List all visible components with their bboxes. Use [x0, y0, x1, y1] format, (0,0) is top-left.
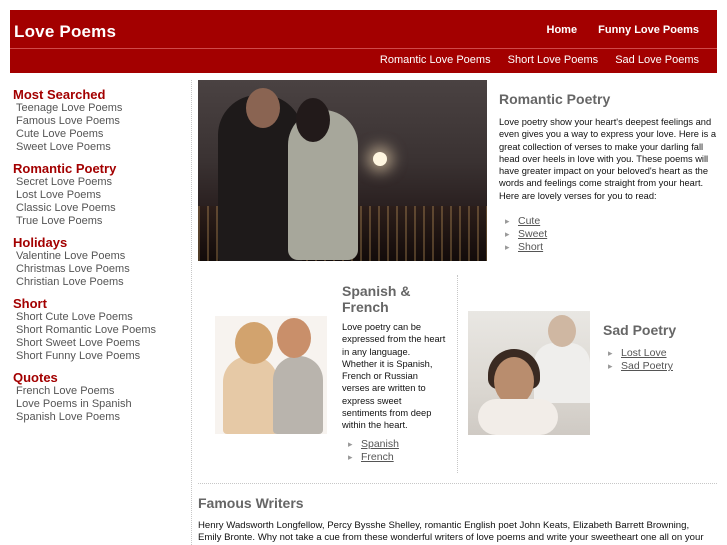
- header-divider: [10, 48, 717, 49]
- link-sweet[interactable]: Sweet: [500, 228, 547, 241]
- sidebar-link[interactable]: French Love Poems: [13, 385, 183, 398]
- spanish-french-text: Love poetry can be expressed from the he…: [342, 322, 446, 431]
- nav-romantic-love-poems[interactable]: Romantic Love Poems: [380, 54, 491, 66]
- spanish-french-title[interactable]: Spanish & French: [342, 283, 442, 315]
- link-sad-poetry[interactable]: Sad Poetry: [603, 360, 673, 373]
- link-french[interactable]: French: [343, 451, 399, 464]
- sub-nav: Romantic Love Poems Short Love Poems Sad…: [366, 54, 699, 66]
- sidebar-link[interactable]: Teenage Love Poems: [13, 102, 183, 115]
- sidebar-heading-most-searched: Most Searched: [13, 87, 106, 102]
- sidebar-link[interactable]: Short Cute Love Poems: [13, 311, 183, 324]
- sad-poetry-title[interactable]: Sad Poetry: [603, 322, 676, 338]
- sidebar-link[interactable]: Sweet Love Poems: [13, 141, 183, 154]
- sidebar-heading-quotes: Quotes: [13, 370, 58, 385]
- man-head: [277, 318, 311, 358]
- sidebar-link[interactable]: Cute Love Poems: [13, 128, 183, 141]
- sidebar-link[interactable]: Love Poems in Spanish: [13, 398, 183, 411]
- sidebar-heading-short: Short: [13, 296, 47, 311]
- sidebar: Most Searched Teenage Love Poems Famous …: [13, 87, 183, 424]
- nav-home[interactable]: Home: [547, 24, 578, 36]
- sad-links: Lost Love Sad Poetry: [603, 347, 673, 373]
- sidebar-link[interactable]: Christian Love Poems: [13, 276, 183, 289]
- sidebar-link[interactable]: Christmas Love Poems: [13, 263, 183, 276]
- nav-sad-love-poems[interactable]: Sad Love Poems: [615, 54, 699, 66]
- site-header: Love Poems Home Funny Love Poems Romanti…: [10, 10, 717, 73]
- hugging-couple-image: [215, 316, 327, 434]
- spanish-french-links: Spanish French: [343, 438, 399, 464]
- famous-writers-text: Henry Wadsworth Longfellow, Percy Bysshe…: [198, 520, 704, 545]
- sidebar-link[interactable]: Classic Love Poems: [13, 202, 183, 215]
- section-divider: [198, 483, 717, 484]
- sidebar-link[interactable]: Lost Love Poems: [13, 189, 183, 202]
- sidebar-link[interactable]: Short Funny Love Poems: [13, 350, 183, 363]
- link-spanish[interactable]: Spanish: [343, 438, 399, 451]
- sidebar-link[interactable]: Famous Love Poems: [13, 115, 183, 128]
- sidebar-link[interactable]: Secret Love Poems: [13, 176, 183, 189]
- link-lost-love[interactable]: Lost Love: [603, 347, 673, 360]
- moon: [373, 152, 387, 166]
- sidebar-link[interactable]: Valentine Love Poems: [13, 250, 183, 263]
- romantic-couple-image: [198, 80, 487, 261]
- woman-head: [494, 357, 534, 405]
- romantic-poetry-text: Love poetry show your heart's deepest fe…: [499, 117, 717, 201]
- romantic-links: Cute Sweet Short: [500, 215, 547, 254]
- sidebar-link[interactable]: Short Romantic Love Poems: [13, 324, 183, 337]
- sad-woman-image: [468, 311, 590, 435]
- woman-head: [296, 98, 330, 142]
- man-figure: [273, 356, 323, 434]
- sidebar-link[interactable]: Short Sweet Love Poems: [13, 337, 183, 350]
- sidebar-heading-holidays: Holidays: [13, 235, 68, 250]
- sidebar-link[interactable]: Spanish Love Poems: [13, 411, 183, 424]
- romantic-poetry-title[interactable]: Romantic Poetry: [499, 91, 610, 107]
- top-nav: Home Funny Love Poems: [529, 24, 699, 36]
- nav-funny-love-poems[interactable]: Funny Love Poems: [598, 24, 699, 36]
- woman-head: [235, 322, 273, 364]
- sidebar-divider: [191, 80, 192, 545]
- woman-figure: [223, 356, 278, 434]
- sidebar-link[interactable]: True Love Poems: [13, 215, 183, 228]
- sidebar-heading-romantic-poetry: Romantic Poetry: [13, 161, 117, 176]
- man-head: [246, 88, 280, 128]
- nav-short-love-poems[interactable]: Short Love Poems: [508, 54, 599, 66]
- woman-arms: [478, 399, 558, 435]
- site-title[interactable]: Love Poems: [14, 22, 116, 42]
- link-cute[interactable]: Cute: [500, 215, 547, 228]
- background-man-head: [548, 315, 576, 347]
- column-divider: [457, 275, 458, 473]
- link-short[interactable]: Short: [500, 241, 547, 254]
- famous-writers-title[interactable]: Famous Writers: [198, 495, 304, 511]
- background-man-body: [534, 343, 590, 403]
